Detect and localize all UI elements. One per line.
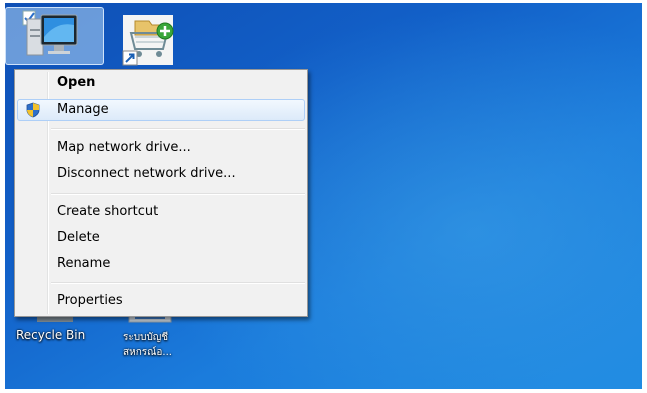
desktop[interactable]: Recycle Bin ระบบบัญชี สหกรณ์อ... Open Ma… <box>5 3 642 389</box>
thai-shortcut-label-line1: ระบบบัญชี <box>123 332 169 343</box>
menu-item-map-network-drive[interactable]: Map network drive... <box>17 137 305 159</box>
computer-icon <box>22 10 78 56</box>
shortcut-app-desktop-icon[interactable] <box>115 9 185 69</box>
thai-shortcut-label-line2: สหกรณ์อ... <box>123 347 172 358</box>
menu-item-open[interactable]: Open <box>17 72 305 94</box>
menu-separator <box>51 193 305 195</box>
context-menu: Open Manage Map network drive... Disconn… <box>14 69 308 317</box>
menu-separator <box>51 128 305 130</box>
uac-shield-icon <box>26 102 40 118</box>
menu-item-rename[interactable]: Rename <box>17 253 305 275</box>
menu-item-manage[interactable]: Manage <box>17 99 305 121</box>
menu-item-manage-label: Manage <box>57 102 109 117</box>
menu-item-delete[interactable]: Delete <box>17 227 305 249</box>
menu-item-properties[interactable]: Properties <box>17 290 305 312</box>
shopping-cart-icon <box>122 15 174 66</box>
menu-item-disconnect-network-drive[interactable]: Disconnect network drive... <box>17 163 305 185</box>
computer-desktop-icon[interactable] <box>5 3 105 67</box>
recycle-bin-label: Recycle Bin <box>16 328 86 342</box>
menu-item-create-shortcut[interactable]: Create shortcut <box>17 201 305 223</box>
thai-shortcut-desktop-icon[interactable]: ระบบบัญชี สหกรณ์อ... <box>113 308 193 368</box>
menu-separator <box>51 282 305 284</box>
